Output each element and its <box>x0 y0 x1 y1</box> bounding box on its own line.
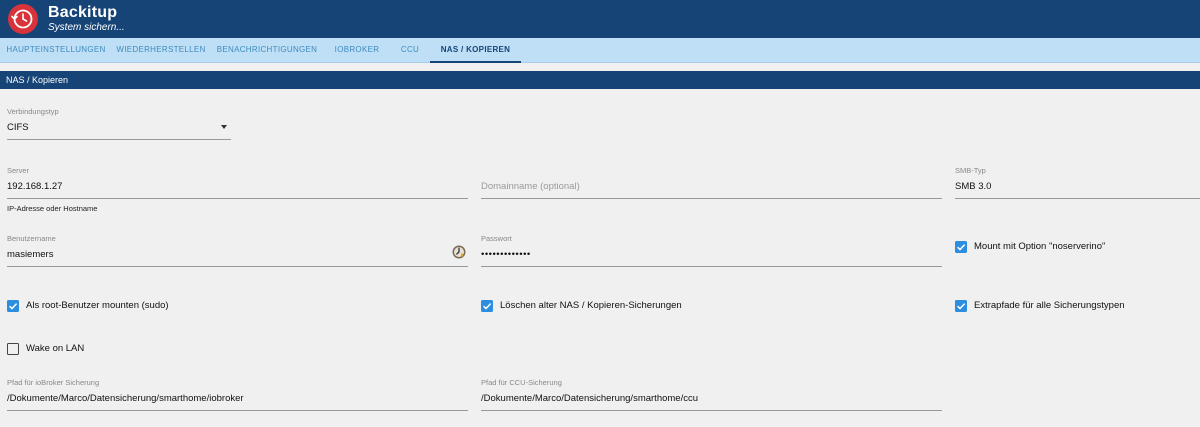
app-subtitle: System sichern... <box>48 22 125 33</box>
connection-type-label: Verbindungstyp <box>7 107 59 116</box>
section-title: NAS / Kopieren <box>0 71 1200 89</box>
domain-field[interactable]: Domainname (optional) <box>481 166 942 200</box>
field-underline <box>481 266 942 267</box>
ccu-path-field[interactable]: Pfad für CCU-Sicherung /Dokumente/Marco/… <box>481 378 942 412</box>
delete-old-checkbox[interactable]: Löschen alter NAS / Kopieren-Sicherungen <box>481 300 781 314</box>
password-value: ••••••••••••• <box>481 249 531 260</box>
smb-type-field[interactable]: SMB-Typ SMB 3.0 <box>955 166 1200 200</box>
noserverino-label: Mount mit Option "noserverino" <box>974 241 1106 252</box>
connection-type-select[interactable]: Verbindungstyp CIFS <box>7 107 231 141</box>
field-underline <box>481 198 942 199</box>
server-helper-text: IP-Adresse oder Hostname <box>7 204 98 213</box>
field-underline <box>481 410 942 411</box>
username-label: Benutzername <box>7 234 56 243</box>
sudo-checkbox[interactable]: Als root-Benutzer mounten (sudo) <box>7 300 307 314</box>
field-underline <box>7 139 231 140</box>
password-manager-icon[interactable] <box>452 245 466 259</box>
tab-iobroker[interactable]: ioBroker <box>324 38 390 63</box>
username-value: masiemers <box>7 249 54 260</box>
noserverino-checkbox[interactable]: Mount mit Option "noserverino" <box>955 241 1195 255</box>
iobroker-path-value: /Dokumente/Marco/Datensicherung/smarthom… <box>7 393 244 404</box>
caret-down-icon <box>221 125 227 129</box>
field-underline <box>7 198 468 199</box>
iobroker-path-label: Pfad für ioBroker Sicherung <box>7 378 100 387</box>
domain-placeholder: Domainname (optional) <box>481 181 580 192</box>
extra-paths-checkbox[interactable]: Extrapfade für alle Sicherungstypen <box>955 300 1195 314</box>
connection-type-value: CIFS <box>7 122 29 133</box>
sudo-label: Als root-Benutzer mounten (sudo) <box>26 300 169 311</box>
checkbox-checked-icon <box>955 300 967 312</box>
app-title: Backitup <box>48 4 118 21</box>
field-underline <box>7 266 468 267</box>
username-field[interactable]: Benutzername masiemers <box>7 234 468 268</box>
checkbox-unchecked-icon <box>7 343 19 355</box>
app-header: Backitup System sichern... <box>0 0 1200 38</box>
extra-paths-label: Extrapfade für alle Sicherungstypen <box>974 300 1125 311</box>
tab-wiederherstellen[interactable]: Wiederherstellen <box>112 38 210 63</box>
server-value: 192.168.1.27 <box>7 181 63 192</box>
field-underline <box>7 410 468 411</box>
iobroker-path-field[interactable]: Pfad für ioBroker Sicherung /Dokumente/M… <box>7 378 468 412</box>
checkbox-checked-icon <box>7 300 19 312</box>
tab-nas-kopieren[interactable]: NAS / Kopieren <box>430 38 521 63</box>
ccu-path-label: Pfad für CCU-Sicherung <box>481 378 562 387</box>
tab-haupteinstellungen[interactable]: Haupteinstellungen <box>0 38 112 63</box>
clock-restore-icon <box>8 4 38 34</box>
ccu-path-value: /Dokumente/Marco/Datensicherung/smarthom… <box>481 393 699 404</box>
field-underline <box>955 198 1200 199</box>
smb-type-label: SMB-Typ <box>955 166 986 175</box>
tab-benachrichtigungen[interactable]: Benachrichtigungen <box>210 38 324 63</box>
tab-ccu[interactable]: CCU <box>390 38 430 63</box>
password-field[interactable]: Passwort ••••••••••••• <box>481 234 942 268</box>
tab-bar: Haupteinstellungen Wiederherstellen Bena… <box>0 38 1200 63</box>
delete-old-label: Löschen alter NAS / Kopieren-Sicherungen <box>500 300 682 311</box>
smb-type-value: SMB 3.0 <box>955 181 992 192</box>
password-label: Passwort <box>481 234 512 243</box>
server-label: Server <box>7 166 30 175</box>
checkbox-checked-icon <box>481 300 493 312</box>
checkbox-checked-icon <box>955 241 967 253</box>
wake-on-lan-checkbox[interactable]: Wake on LAN <box>7 343 207 357</box>
server-field[interactable]: Server 192.168.1.27 IP-Adresse oder Host… <box>7 166 468 216</box>
wake-on-lan-label: Wake on LAN <box>26 343 85 354</box>
